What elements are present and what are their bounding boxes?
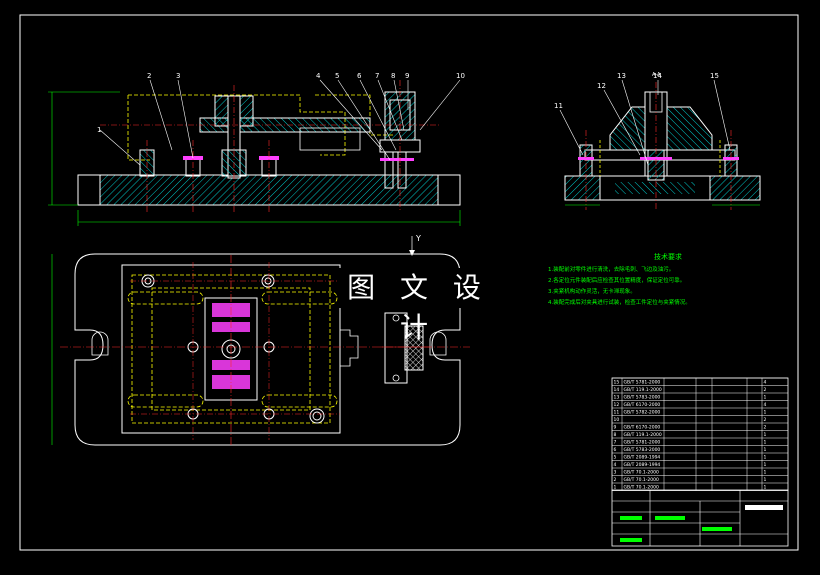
parts-table-cell: 1: [764, 432, 767, 438]
part-number-1: 1: [97, 126, 101, 134]
view-mark-label: Y: [415, 234, 421, 243]
technical-requirement-line: 3.夹紧机构动作灵活，无卡滞现象。: [548, 289, 636, 295]
parts-table-cell: 13: [614, 395, 620, 401]
parts-table-cell: GB/T 5783-2000: [624, 395, 661, 401]
parts-table-cell: 1: [764, 410, 767, 416]
part-number-14: 14: [653, 72, 662, 80]
parts-table-cell: 5: [614, 455, 617, 461]
part-number-9: 9: [405, 72, 409, 80]
parts-table-cell: GB/T 5781-2000: [624, 380, 661, 386]
part-number-7: 7: [375, 72, 379, 80]
section-view-part-numbers: 11 12 13 14 15: [554, 72, 719, 110]
part-number-5: 5: [335, 72, 339, 80]
parts-table-cell: 12: [614, 402, 620, 408]
parts-table-cell: GB/T 70.1-2000: [624, 477, 660, 483]
parts-table-cell: GB/T 6170-2000: [624, 425, 661, 431]
parts-table-cell: GB/T 6170-2000: [624, 402, 661, 408]
parts-table-cell: 7: [614, 440, 617, 446]
part-number-3: 3: [176, 72, 180, 80]
parts-table-cell: 2: [764, 417, 767, 423]
part-number-12: 12: [597, 82, 606, 90]
parts-table-cell: 1: [764, 395, 767, 401]
parts-table-cell: 2: [764, 387, 767, 393]
technical-requirements: 技术要求 1.装配前对零件进行清洗，去除毛刺、飞边及油污。 2.各定位元件装配后…: [548, 252, 788, 309]
parts-table-cell: 11: [614, 410, 620, 416]
parts-table-cell: 14: [614, 387, 620, 393]
front-view: [48, 79, 461, 226]
technical-requirement-line: 1.装配前对零件进行清洗，去除毛刺、飞边及油污。: [548, 267, 675, 273]
parts-table-cell: 10: [614, 417, 620, 423]
parts-table-cell: 1: [764, 462, 767, 468]
parts-table-cell: 3: [614, 470, 617, 476]
parts-table-cell: 4: [764, 380, 767, 386]
technical-requirement-line: 2.各定位元件装配后应检查其位置精度，保证定位可靠。: [548, 278, 686, 284]
parts-table-cell: GB/T 5783-2000: [624, 447, 661, 453]
view-direction-mark: Y: [409, 234, 421, 256]
parts-table-cell: GB/T 119.1-2000: [624, 432, 662, 438]
technical-requirements-heading: 技术要求: [654, 253, 682, 261]
part-number-10: 10: [456, 72, 465, 80]
part-number-4: 4: [316, 72, 321, 80]
part-number-13: 13: [617, 72, 626, 80]
parts-table-cell: GB/T 119.1-2000: [624, 387, 662, 393]
part-number-15: 15: [710, 72, 719, 80]
parts-table-cell: 8: [614, 432, 617, 438]
parts-table-cell: 15: [614, 380, 620, 386]
parts-table-cell: 2: [614, 477, 617, 483]
parts-table-cell: 1: [764, 440, 767, 446]
title-block: [611, 489, 789, 547]
parts-table-cell: 1: [764, 470, 767, 476]
parts-table-cell: 6: [614, 447, 617, 453]
part-number-11: 11: [554, 102, 563, 110]
parts-table-cell: 9: [614, 425, 617, 431]
parts-table-cell: 4: [614, 462, 617, 468]
part-number-6: 6: [357, 72, 362, 80]
parts-table-cell: GB/T 5782-2000: [624, 410, 661, 416]
part-number-8: 8: [391, 72, 395, 80]
parts-table-cell: 1: [764, 455, 767, 461]
parts-table-cell: GB/T 2089-1994: [624, 462, 661, 468]
parts-table-cell: 1: [764, 477, 767, 483]
part-number-2: 2: [147, 72, 151, 80]
parts-list-table: 15 GB/T 5781-2000 414 GB/T 119.1-2000 213 GB/…: [611, 377, 789, 491]
parts-table-cell: 4: [764, 402, 767, 408]
technical-requirement-line: 4.装配完成后对夹具进行试装，检查工件定位与夹紧情况。: [548, 300, 691, 306]
section-view-a-a: A-A: [559, 72, 761, 210]
parts-table-cell: GB/T 2089-1994: [624, 455, 661, 461]
parts-table-cell: 1: [764, 447, 767, 453]
watermark-title: 图 文 设 计: [338, 268, 498, 344]
parts-table-cell: GB/T 70.1-2000: [624, 470, 660, 476]
parts-table-cell: 2: [764, 425, 767, 431]
parts-table-cell: GB/T 5781-2000: [624, 440, 661, 446]
